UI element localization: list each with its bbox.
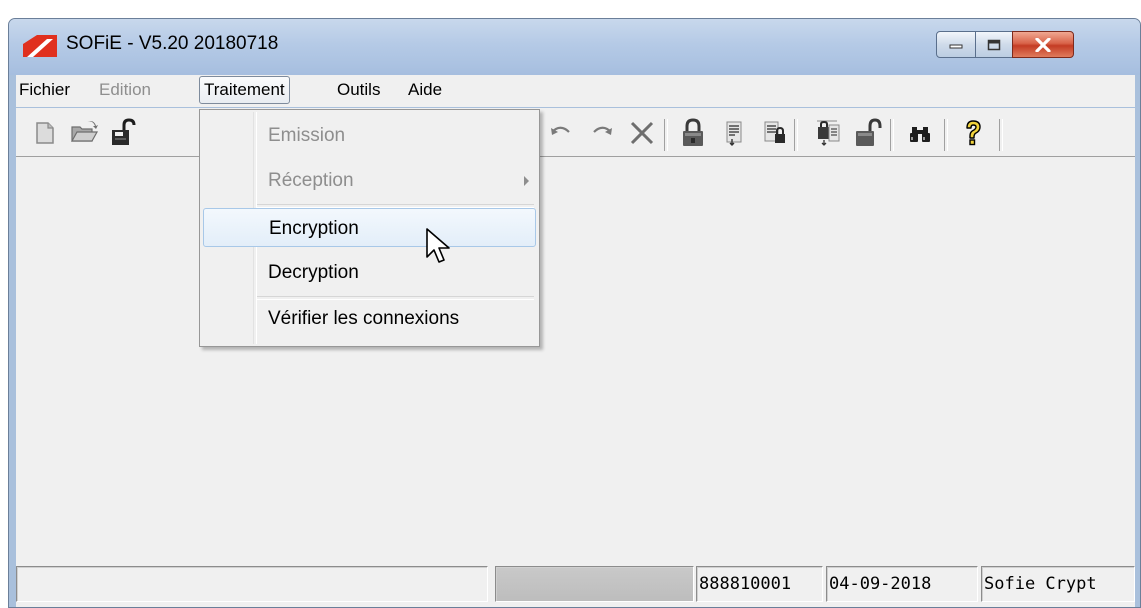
close-icon: [1035, 37, 1051, 52]
window-title: SOFiE - V5.20 20180718: [66, 33, 279, 54]
delete-button[interactable]: [626, 117, 658, 149]
menu-item-decryption[interactable]: Decryption: [203, 253, 536, 292]
status-bar: 888810001 04-09-2018 Sofie Crypt: [16, 559, 1135, 607]
toolbar-separator: [999, 119, 1003, 151]
new-document-icon: [36, 122, 54, 144]
toolbar-separator: [664, 119, 668, 151]
minimize-button[interactable]: [936, 31, 976, 58]
find-button[interactable]: [904, 117, 936, 149]
toolbar-separator: [944, 119, 948, 151]
menu-item-label: Encryption: [269, 218, 359, 239]
encrypt-document-icon: [726, 121, 742, 146]
status-code-panel: 888810001: [696, 566, 823, 602]
maximize-button[interactable]: [975, 31, 1013, 58]
open-folder-icon: [70, 121, 99, 142]
open-folder-button[interactable]: [68, 117, 100, 149]
undo-button[interactable]: [545, 117, 577, 149]
title-bar[interactable]: SOFiE - V5.20 20180718: [9, 19, 1140, 75]
open-lock-icon: [112, 118, 136, 145]
unlock-icon: [856, 118, 882, 146]
traitement-dropdown-menu: Emission Réception Encryption Decryption…: [199, 109, 540, 347]
menu-fichier[interactable]: Fichier: [16, 80, 73, 100]
help-button[interactable]: [957, 117, 989, 149]
encrypt-locked-document-icon: [764, 121, 785, 143]
mouse-pointer-icon: [426, 228, 450, 263]
undo-icon: [551, 126, 570, 135]
menu-outils[interactable]: Outils: [334, 80, 383, 100]
menu-item-verifier-connexions[interactable]: Vérifier les connexions: [203, 299, 536, 338]
minimize-icon: [949, 44, 963, 48]
open-lock-button[interactable]: [106, 117, 138, 149]
delete-icon: [630, 121, 654, 145]
toolbar-separator: [890, 119, 894, 151]
unlock-button[interactable]: [852, 117, 884, 149]
main-content-area[interactable]: [16, 156, 1135, 559]
redo-button[interactable]: [586, 117, 618, 149]
menu-item-label: Emission: [268, 125, 346, 146]
menu-item-label: Decryption: [268, 262, 359, 283]
menu-bar: Fichier Edition Traitement Outils Aide: [16, 75, 1135, 107]
encrypt-locked-document-button[interactable]: [758, 117, 790, 149]
status-message-panel: [16, 566, 488, 602]
help-icon: [966, 120, 981, 146]
decrypt-document-button[interactable]: [811, 117, 843, 149]
status-app-panel: Sofie Crypt: [981, 566, 1135, 602]
menu-item-emission[interactable]: Emission: [203, 116, 536, 155]
sofie-logo-icon: [23, 35, 57, 57]
status-progress-panel: [495, 566, 694, 602]
menu-item-reception[interactable]: Réception: [203, 161, 536, 200]
menu-edition[interactable]: Edition: [96, 80, 154, 100]
encrypt-document-button[interactable]: [718, 117, 750, 149]
close-button[interactable]: [1012, 31, 1074, 58]
decrypt-document-icon: [817, 120, 840, 146]
menu-item-label: Vérifier les connexions: [268, 308, 460, 329]
menu-item-label: Réception: [268, 170, 354, 191]
toolbar-separator: [794, 119, 798, 151]
app-window: SOFiE - V5.20 20180718 Fichier Edition T…: [8, 18, 1141, 608]
submenu-arrow-icon: [524, 176, 529, 186]
maximize-icon: [987, 39, 1001, 50]
lock-icon: [683, 118, 703, 146]
new-document-button[interactable]: [29, 117, 61, 149]
menu-traitement[interactable]: Traitement: [199, 76, 290, 104]
menu-item-encryption[interactable]: Encryption: [203, 208, 536, 247]
redo-icon: [593, 126, 612, 135]
binoculars-icon: [910, 127, 930, 142]
menu-aide[interactable]: Aide: [405, 80, 445, 100]
toolbar: [16, 108, 1135, 156]
status-date-panel: 04-09-2018: [826, 566, 978, 602]
lock-button[interactable]: [677, 117, 709, 149]
